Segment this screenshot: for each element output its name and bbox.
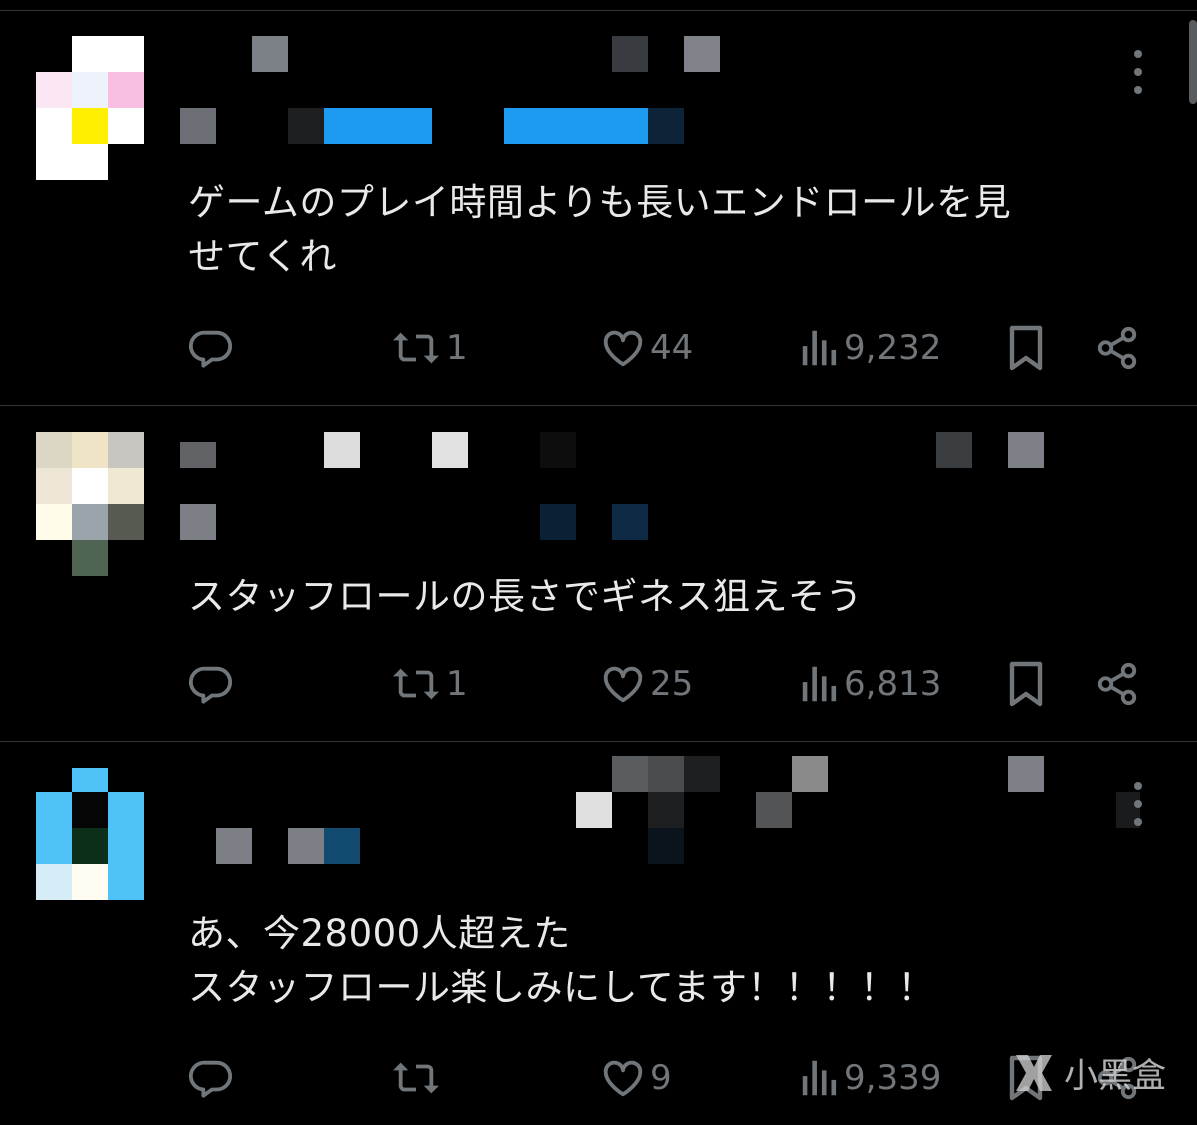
like-icon bbox=[603, 666, 643, 703]
post-text: ゲームのプレイ時間よりも長いエンドロールを見 せてくれ bbox=[188, 181, 1012, 278]
views-icon bbox=[802, 666, 837, 702]
repost-icon bbox=[393, 1062, 439, 1094]
reply-icon bbox=[188, 330, 233, 368]
repost-icon bbox=[393, 668, 439, 700]
share-button[interactable] bbox=[1094, 320, 1140, 376]
more-icon[interactable] bbox=[1128, 50, 1148, 94]
watermark-logo-icon bbox=[1016, 1054, 1052, 1091]
scrollbar[interactable] bbox=[1189, 20, 1197, 104]
like-button[interactable]: 9 bbox=[600, 1050, 672, 1106]
like-button[interactable]: 44 bbox=[600, 320, 693, 376]
repost-button[interactable]: 1 bbox=[390, 656, 468, 712]
views-icon bbox=[802, 1060, 837, 1096]
post-text: あ、今28000人超えた スタッフロール楽しみにしてます！！！！！ bbox=[188, 912, 936, 1009]
bookmark-icon bbox=[1009, 661, 1043, 707]
like-icon bbox=[603, 330, 643, 367]
action-bar: 1 44 9,232 bbox=[0, 320, 1197, 376]
views-button[interactable]: 9,232 bbox=[800, 320, 941, 376]
pixelated-username[interactable] bbox=[0, 742, 1197, 872]
views-icon bbox=[802, 330, 837, 366]
reply-button[interactable] bbox=[188, 1050, 238, 1106]
post-2[interactable]: スタッフロールの長さでギネス狙えそう 1 25 6,813 bbox=[0, 406, 1197, 740]
reply-icon bbox=[188, 1060, 233, 1098]
share-icon bbox=[1097, 326, 1137, 370]
post-text: スタッフロールの長さでギネス狙えそう bbox=[188, 575, 863, 618]
reply-icon bbox=[188, 666, 233, 704]
repost-button[interactable]: 1 bbox=[390, 320, 468, 376]
more-icon[interactable] bbox=[1128, 782, 1148, 826]
share-icon bbox=[1097, 662, 1137, 706]
views-button[interactable]: 6,813 bbox=[800, 656, 941, 712]
bookmark-icon bbox=[1009, 325, 1043, 371]
like-icon bbox=[603, 1060, 643, 1097]
post-1[interactable]: ゲームのプレイ時間よりも長いエンドロールを見 せてくれ 1 44 9,232 bbox=[0, 0, 1197, 405]
reply-button[interactable] bbox=[188, 656, 238, 712]
watermark: 小黑盒 bbox=[1010, 1048, 1166, 1097]
action-bar: 1 25 6,813 bbox=[0, 656, 1197, 712]
views-button[interactable]: 9,339 bbox=[800, 1050, 941, 1106]
repost-button[interactable] bbox=[390, 1050, 446, 1106]
bookmark-button[interactable] bbox=[1006, 320, 1046, 376]
repost-icon bbox=[393, 332, 439, 364]
like-button[interactable]: 25 bbox=[600, 656, 693, 712]
watermark-text: 小黑盒 bbox=[1064, 1056, 1166, 1096]
pixelated-username[interactable] bbox=[0, 0, 1197, 150]
share-button[interactable] bbox=[1094, 656, 1140, 712]
pixelated-username[interactable] bbox=[0, 406, 1197, 546]
bookmark-button[interactable] bbox=[1006, 656, 1046, 712]
reply-button[interactable] bbox=[188, 320, 238, 376]
